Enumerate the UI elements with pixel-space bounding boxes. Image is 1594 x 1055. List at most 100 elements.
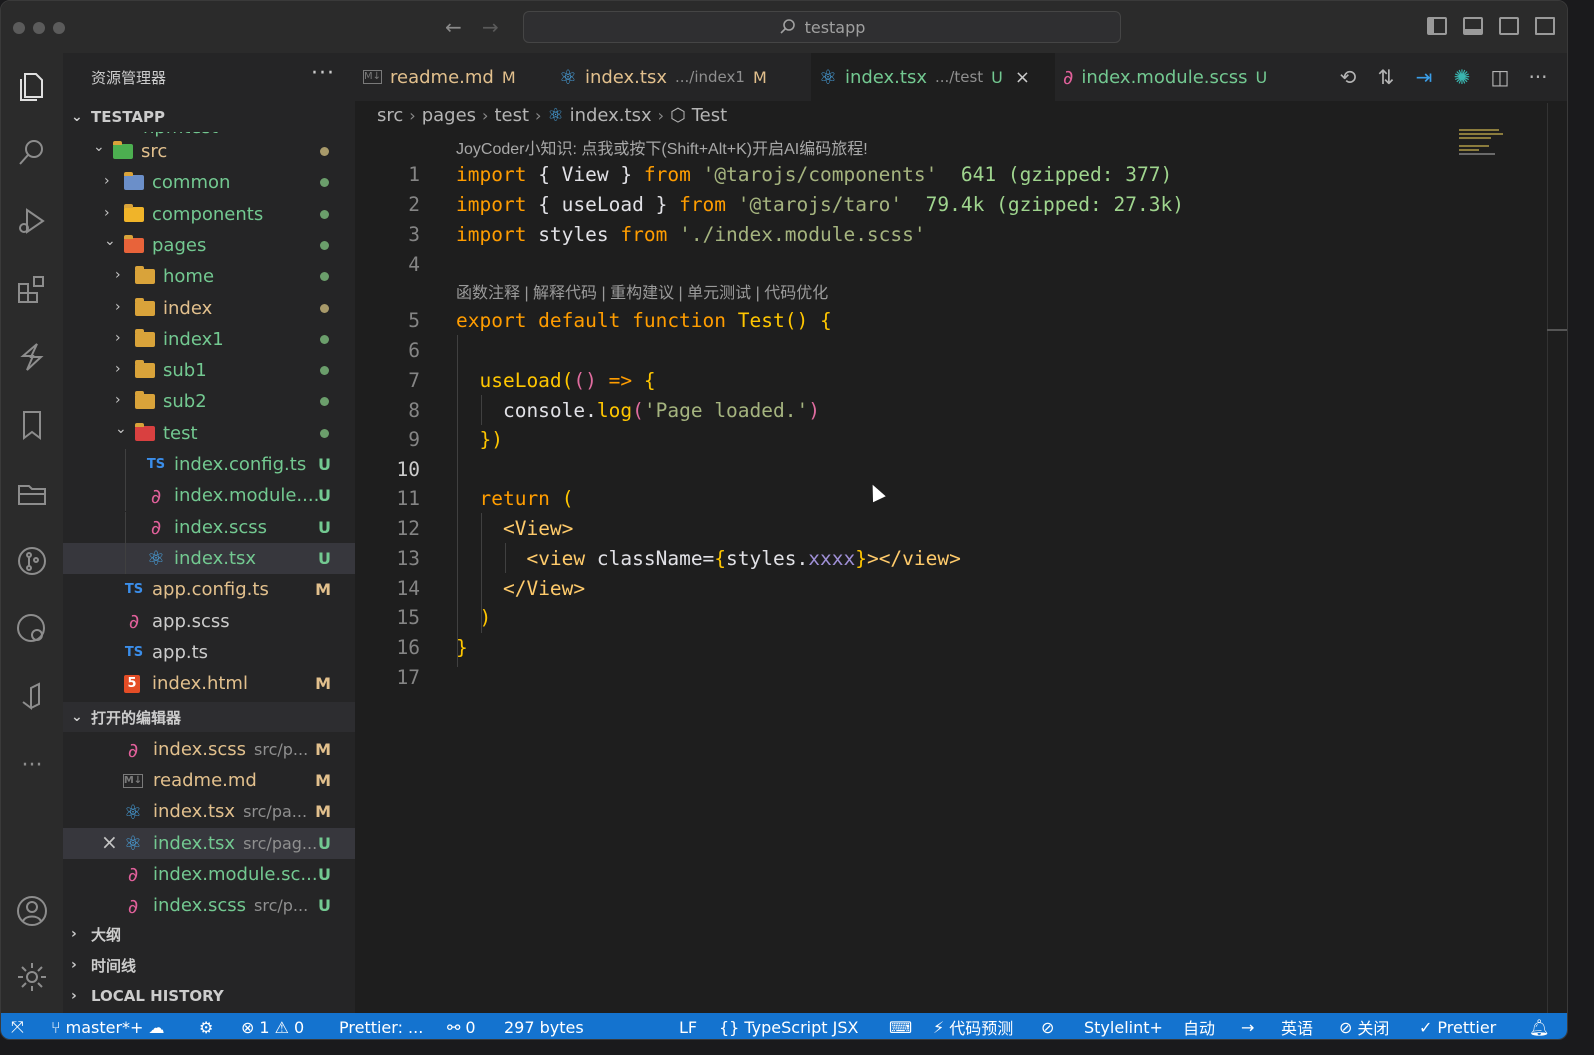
command-center-search[interactable]: testapp (523, 11, 1121, 43)
toggle-panel-icon[interactable] (1463, 17, 1483, 35)
tree-item-index[interactable]: › index (63, 293, 355, 324)
editor-tab[interactable]: M↓ readme.md M (355, 53, 551, 101)
close-window-button[interactable] (13, 22, 25, 34)
breadcrumb-item[interactable]: test (494, 105, 529, 126)
code-line[interactable]: 8 console.log('Page loaded.') (355, 395, 1505, 425)
breadcrumb-item[interactable]: index.tsx (570, 105, 652, 126)
code-line[interactable]: 15 ) (355, 602, 1505, 632)
tree-item-src[interactable]: ⌄ src (63, 136, 355, 167)
customize-layout-icon[interactable] (1535, 17, 1555, 35)
prettier-status-left[interactable]: Prettier: ... (339, 1013, 423, 1039)
tree-item-sub2[interactable]: › sub2 (63, 386, 355, 417)
editor-tab[interactable]: ∂ index.module.scss U (1055, 53, 1295, 101)
outline-section-header[interactable]: › 大纲 (63, 919, 355, 949)
extensions-icon[interactable] (12, 269, 52, 309)
tree-item-pages[interactable]: ⌄ pages (63, 230, 355, 261)
function-codelens[interactable]: 函数注释 | 解释代码 | 重构建议 | 单元测试 | 代码优化 (456, 279, 828, 303)
code-line[interactable]: 14 </View> (355, 573, 1505, 603)
end-of-line[interactable]: LF (679, 1013, 697, 1039)
timeline-section-header[interactable]: › 时间线 (63, 950, 355, 980)
maximize-window-button[interactable] (53, 22, 65, 34)
ai-tip-codelens[interactable]: JoyCoder小知识: 点我或按下(Shift+Alt+K)开启AI编码旅程! (456, 135, 868, 159)
ports-indicator[interactable]: ⚯ 0 (447, 1013, 476, 1039)
code-line[interactable]: 7 useLoad(() => { (355, 365, 1505, 395)
breadcrumb-item[interactable]: src (377, 105, 403, 126)
git-branch[interactable]: ⑂ master*+ ☁ (51, 1013, 164, 1039)
tree-item-app-config-ts[interactable]: TS app.config.ts M (63, 574, 355, 605)
code-line[interactable]: 10 (355, 454, 1505, 484)
code-line[interactable]: 12 <View> (355, 513, 1505, 543)
tree-item-home[interactable]: › home (63, 261, 355, 292)
project-section-header[interactable]: ⌄ TESTAPP (63, 102, 355, 132)
tree-item-index-config-ts[interactable]: TS index.config.ts U (63, 449, 355, 480)
explorer-more-button[interactable]: ··· (311, 61, 335, 86)
code-line[interactable]: 1 import { View } from '@tarojs/component… (355, 159, 1505, 189)
code-line[interactable]: 4 (355, 249, 1505, 279)
code-line[interactable]: 5 export default function Test() { (355, 305, 1505, 335)
terminal-button[interactable]: ⌨ (889, 1013, 912, 1039)
forward-arrow-icon[interactable]: → (482, 15, 499, 39)
language-mode[interactable]: {} TypeScript JSX (719, 1013, 858, 1039)
minimap[interactable] (1459, 129, 1503, 159)
code-line[interactable]: 2 import { useLoad } from '@tarojs/taro' … (355, 189, 1505, 219)
open-editors-header[interactable]: ⌄ 打开的编辑器 (63, 702, 355, 732)
bookmark-icon[interactable] (12, 405, 52, 445)
back-arrow-icon[interactable]: ← (445, 15, 462, 39)
tree-item-test[interactable]: ⌄ test (63, 418, 355, 449)
ai-assistant-icon[interactable]: ✺ (1451, 65, 1473, 89)
code-line[interactable]: 3 import styles from './index.module.scss… (355, 219, 1505, 249)
open-editor-item[interactable]: ∂ index.scss src/p... U (63, 890, 355, 921)
stylelint-status[interactable]: Stylelint+ (1084, 1013, 1163, 1039)
tab-close-icon[interactable]: × (1015, 67, 1030, 88)
open-editor-item[interactable]: M↓ readme.md M (63, 765, 355, 796)
code-line[interactable]: 13 <view className={styles.xxxx}></view> (355, 543, 1505, 573)
notifications-button[interactable]: 🔔︎ (1529, 1013, 1549, 1039)
editor-tab[interactable]: ⚛ index.tsx .../test U × (811, 53, 1055, 101)
accounts-icon[interactable] (12, 891, 52, 931)
breadcrumb-item[interactable]: Test (692, 105, 727, 126)
git-graph-button[interactable]: ⚙ (199, 1013, 213, 1039)
settings-gear-icon[interactable] (12, 957, 52, 997)
breadcrumb-item[interactable]: pages (422, 105, 476, 126)
language-english[interactable]: 英语 (1281, 1013, 1313, 1039)
tree-item-components[interactable]: › components (63, 199, 355, 230)
code-line[interactable]: 16} (355, 632, 1505, 662)
open-editor-item[interactable]: ∂ index.module.sc... U (63, 859, 355, 890)
editor-tab[interactable]: ⚛ index.tsx .../index1 M (551, 53, 811, 101)
code-line[interactable]: 17 (355, 662, 1505, 692)
tree-item-sub1[interactable]: › sub1 (63, 355, 355, 386)
translate-toggle[interactable]: ⊘ 关闭 (1339, 1013, 1389, 1039)
more-views-icon[interactable]: ··· (12, 745, 52, 785)
tree-item-index-html[interactable]: 5 index.html M (63, 668, 355, 699)
tree-item-app-scss[interactable]: ∂ app.scss (63, 606, 355, 637)
tree-item-index-module-[interactable]: ∂ index.module.... U (63, 480, 355, 512)
problems-indicator[interactable]: ⊗ 1 ⚠ 0 (241, 1013, 304, 1039)
more-actions-icon[interactable]: ··· (1527, 65, 1549, 89)
minimize-window-button[interactable] (33, 22, 45, 34)
search-icon[interactable] (12, 133, 52, 173)
close-icon[interactable]: × (101, 830, 118, 854)
project-manager-icon[interactable] (12, 473, 52, 513)
joycoder-icon[interactable] (12, 337, 52, 377)
run-debug-icon[interactable] (12, 201, 52, 241)
code-line[interactable]: 9 }) (355, 424, 1505, 454)
open-editor-item[interactable]: × ⚛ index.tsx src/pag... U (63, 827, 355, 859)
tree-item-index-scss[interactable]: ∂ index.scss U (63, 511, 355, 543)
history-icon[interactable]: ⟲ (1337, 65, 1359, 89)
toggle-secondary-sidebar-icon[interactable] (1499, 17, 1519, 35)
tree-item-app-ts[interactable]: TS app.ts (63, 637, 355, 668)
copilot-button[interactable]: ⊘ (1041, 1013, 1054, 1039)
source-control-icon[interactable] (12, 541, 52, 581)
compare-changes-icon[interactable]: ⇅ (1375, 65, 1397, 89)
tree-item-index1[interactable]: › index1 (63, 324, 355, 355)
editor-scrollbar[interactable] (1547, 103, 1567, 1013)
remote-indicator[interactable]: ⤧ (11, 1013, 24, 1039)
open-editor-item[interactable]: ⚛ index.tsx src/pa... M (63, 796, 355, 827)
toggle-primary-sidebar-icon[interactable] (1427, 17, 1447, 35)
code-line[interactable]: 6 (355, 335, 1505, 365)
tree-item-index-tsx[interactable]: ⚛ index.tsx U (63, 542, 355, 574)
split-editor-icon[interactable]: ◫ (1489, 65, 1511, 89)
code-line[interactable]: 11 return ( (355, 483, 1505, 513)
remote-explorer-icon[interactable] (12, 609, 52, 649)
deploy-icon[interactable] (12, 677, 52, 717)
